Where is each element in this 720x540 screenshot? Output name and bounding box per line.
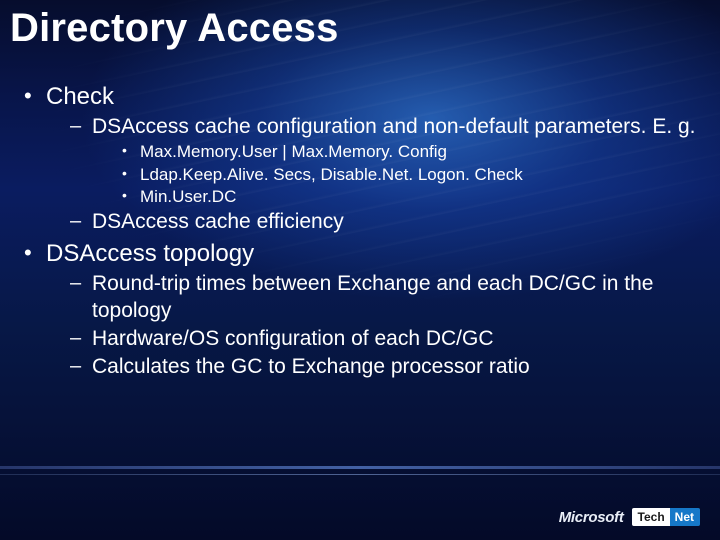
technet-tech: Tech bbox=[632, 508, 670, 526]
bullet-cache-eff: DSAccess cache efficiency bbox=[64, 209, 702, 235]
slide: Directory Access Check DSAccess cache co… bbox=[0, 0, 720, 540]
technet-badge: Tech Net bbox=[632, 508, 700, 526]
separator-line-thin bbox=[0, 474, 720, 475]
bullet-param-3: Min.User.DC bbox=[116, 186, 702, 207]
bullet-topology: DSAccess topology Round-trip times betwe… bbox=[18, 239, 702, 380]
bullet-rtt: Round-trip times between Exchange and ea… bbox=[64, 271, 702, 324]
bullet-param-2: Ldap.Keep.Alive. Secs, Disable.Net. Logo… bbox=[116, 164, 702, 185]
bullet-param-1: Max.Memory.User | Max.Memory. Config bbox=[116, 141, 702, 162]
bullet-topology-label: DSAccess topology bbox=[46, 240, 254, 267]
bullet-cache-config: DSAccess cache configuration and non-def… bbox=[64, 114, 702, 207]
slide-title: Directory Access bbox=[10, 6, 710, 51]
separator-line-thick bbox=[0, 466, 720, 469]
separator-rules bbox=[0, 466, 720, 478]
bullet-ratio: Calculates the GC to Exchange processor … bbox=[64, 354, 702, 380]
bullet-check-label: Check bbox=[46, 83, 114, 110]
bullet-hw: Hardware/OS configuration of each DC/GC bbox=[64, 326, 702, 352]
bullet-check: Check DSAccess cache configuration and n… bbox=[18, 82, 702, 235]
technet-net: Net bbox=[670, 508, 700, 526]
microsoft-text: Microsoft bbox=[559, 509, 624, 526]
microsoft-wordmark: Microsoft bbox=[559, 509, 624, 526]
slide-content: Check DSAccess cache configuration and n… bbox=[18, 78, 702, 382]
bullet-cache-config-text: DSAccess cache configuration and non-def… bbox=[92, 115, 696, 138]
footer-logo: Microsoft Tech Net bbox=[559, 508, 700, 526]
